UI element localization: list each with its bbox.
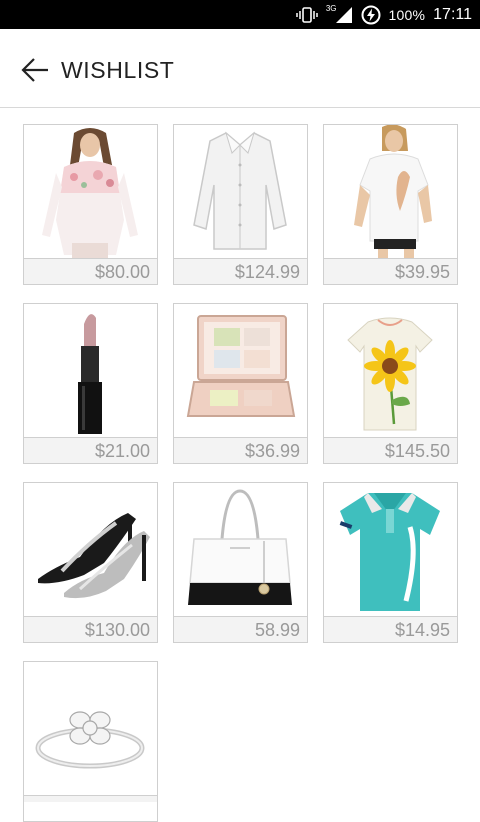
item-price: $130.00 (24, 617, 157, 642)
vibrate-icon (296, 6, 318, 23)
back-button[interactable] (18, 53, 52, 87)
product-image-white-tee (324, 125, 457, 259)
network-type-label: 3G (325, 4, 337, 13)
wishlist-item[interactable]: $14.95 (323, 482, 458, 643)
item-price (24, 796, 157, 802)
wishlist-item[interactable]: $130.00 (23, 482, 158, 643)
wishlist-item[interactable]: $39.95 (323, 124, 458, 285)
product-image-diamond-ring (24, 662, 157, 796)
battery-charging-icon (361, 5, 381, 25)
arrow-left-icon (21, 58, 48, 82)
product-image-lipstick (24, 304, 157, 438)
app-bar: WISHLIST (0, 29, 480, 108)
item-price: $39.95 (324, 259, 457, 284)
battery-percent: 100% (388, 6, 426, 23)
wishlist-item[interactable] (23, 661, 158, 822)
wishlist-item[interactable]: $36.99 (173, 303, 308, 464)
wishlist-item[interactable]: $21.00 (23, 303, 158, 464)
wishlist-grid: $80.00 $124.99 $39.95 $21.00 $36.99 $145… (23, 124, 458, 822)
item-price: $21.00 (24, 438, 157, 463)
product-image-white-shirt (174, 125, 307, 259)
item-price: $124.99 (174, 259, 307, 284)
item-price: $145.50 (324, 438, 457, 463)
product-image-makeup-palette (174, 304, 307, 438)
item-price: $36.99 (174, 438, 307, 463)
status-icons: 3G 100% 17:11 (296, 0, 472, 29)
product-image-sunflower-tee (324, 304, 457, 438)
wishlist-item[interactable]: $80.00 (23, 124, 158, 285)
signal-icon: 3G (325, 4, 353, 24)
wishlist-item[interactable]: $124.99 (173, 124, 308, 285)
product-image-handbag (174, 483, 307, 617)
product-image-polo-shirt (324, 483, 457, 617)
product-image-strappy-heels (24, 483, 157, 617)
item-price: 58.99 (174, 617, 307, 642)
status-bar: 3G 100% 17:11 (0, 0, 480, 29)
page-title: WISHLIST (61, 57, 175, 83)
item-price: $14.95 (324, 617, 457, 642)
wishlist-item[interactable]: $145.50 (323, 303, 458, 464)
product-image-floral-blouse (24, 125, 157, 259)
clock: 17:11 (433, 5, 472, 23)
item-price: $80.00 (24, 259, 157, 284)
wishlist-item[interactable]: 58.99 (173, 482, 308, 643)
